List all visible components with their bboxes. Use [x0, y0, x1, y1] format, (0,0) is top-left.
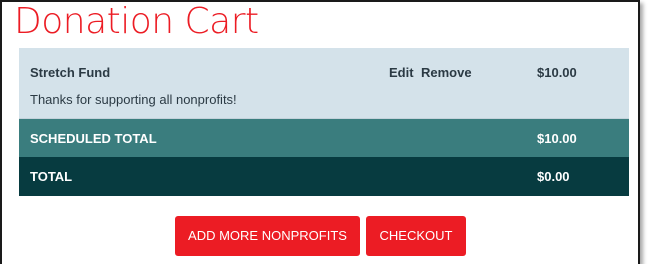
edit-link[interactable]: Edit [389, 65, 414, 80]
add-more-nonprofits-button[interactable]: ADD MORE NONPROFITS [175, 216, 360, 256]
cart-item-row: Stretch Fund Thanks for supporting all n… [19, 48, 629, 119]
page-title: Donation Cart [14, 1, 259, 42]
item-name: Stretch Fund [30, 65, 111, 80]
total-row: TOTAL $0.00 [19, 157, 629, 196]
item-note: Thanks for supporting all nonprofits! [30, 92, 237, 107]
item-amount: $10.00 [537, 65, 577, 80]
scheduled-total-row: SCHEDULED TOTAL $10.00 [19, 119, 629, 157]
total-label: TOTAL [30, 169, 73, 184]
checkout-button[interactable]: CHECKOUT [366, 216, 466, 256]
cart-table: Stretch Fund Thanks for supporting all n… [19, 48, 629, 196]
remove-link[interactable]: Remove [421, 65, 472, 80]
total-amount: $0.00 [537, 169, 570, 184]
scheduled-total-amount: $10.00 [537, 131, 577, 146]
scheduled-total-label: SCHEDULED TOTAL [30, 131, 157, 146]
donation-cart-panel: Donation Cart Stretch Fund Thanks for su… [0, 0, 640, 264]
